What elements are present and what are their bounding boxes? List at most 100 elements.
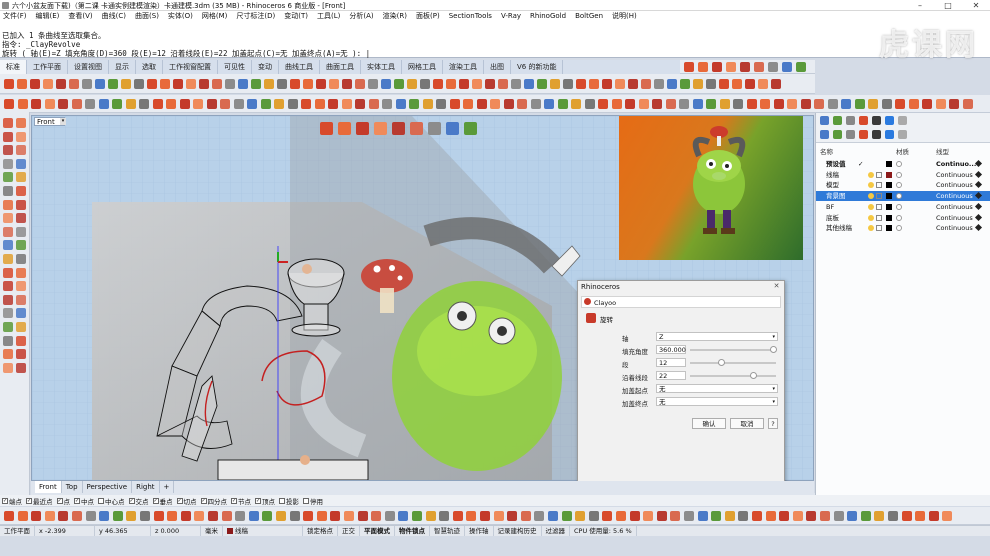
material-icon[interactable] [896,193,902,200]
tool-icon[interactable] [629,511,640,521]
tool-icon[interactable] [31,511,42,521]
tool-icon[interactable] [98,99,109,109]
tool-icon[interactable] [711,511,722,521]
tool-icon[interactable] [4,79,14,89]
menu-item[interactable]: 工具(L) [317,11,340,22]
tool-icon[interactable] [16,118,26,128]
tool-icon[interactable] [534,511,545,521]
layer-row[interactable]: 背景图 Continuous [816,191,990,202]
tool-icon[interactable] [616,511,626,521]
toolbar-tab[interactable]: V6 的新功能 [511,60,564,74]
osnap-checkbox[interactable]: ✓ 交点 [128,495,149,506]
tool-icon[interactable] [238,79,248,89]
status-toggle[interactable]: 物件锁点 [395,526,430,536]
tool-icon[interactable] [524,79,534,89]
tool-icon[interactable] [544,99,554,109]
tool-icon[interactable] [233,99,244,109]
tool-icon[interactable] [147,79,157,89]
help-button[interactable]: ? [768,418,778,429]
toolbar-tab[interactable]: 出图 [484,60,511,74]
lock-icon[interactable] [876,171,882,178]
tool-icon[interactable] [874,511,885,521]
material-icon[interactable] [896,214,902,221]
layer-color-swatch[interactable] [886,225,892,232]
material-icon[interactable] [896,203,902,210]
toolbar-tab[interactable]: 可见性 [218,60,252,74]
layer-row[interactable]: BF Continuous [816,202,990,212]
tool-icon[interactable] [628,79,638,89]
tool-icon[interactable] [724,511,735,521]
tool-icon[interactable] [126,511,137,521]
tool-icon[interactable] [16,281,26,292]
tool-icon[interactable] [112,99,122,109]
tool-icon[interactable] [260,99,271,109]
tool-icon[interactable] [407,79,417,89]
tool-icon[interactable] [3,335,13,346]
tool-icon[interactable] [316,511,327,521]
toolbar-tab[interactable]: 实体工具 [361,60,402,74]
osnap-checkbox[interactable]: ✓ 顶点 [255,495,275,506]
field-slider-knob[interactable] [750,372,757,379]
status-toggle[interactable]: CPU 使用量: 5.6 % [570,526,637,536]
menu-item[interactable]: 实体(O) [168,11,193,22]
tool-icon[interactable] [498,79,508,89]
tool-icon[interactable] [733,99,743,109]
viewport-tab[interactable]: Perspective [83,481,133,493]
cancel-button[interactable]: 取消 [730,418,764,429]
tool-icon[interactable] [847,511,858,521]
tool-icon[interactable] [571,99,581,109]
tool-icon[interactable] [3,267,13,278]
tool-icon[interactable] [235,511,246,521]
tool-icon[interactable] [754,62,764,72]
material-icon[interactable] [896,161,902,167]
field-slider-track[interactable] [690,375,776,377]
menu-item[interactable]: 尺寸标注(D) [236,11,275,22]
tool-icon[interactable] [550,79,560,89]
tool-icon[interactable] [44,511,55,521]
tool-icon[interactable] [854,99,865,109]
tool-icon[interactable] [449,99,460,109]
tool-icon[interactable] [72,511,82,521]
tool-icon[interactable] [3,308,13,319]
tool-icon[interactable] [412,511,422,521]
layer-row[interactable]: 预设值 ✓ Continuo... [816,159,990,169]
tool-icon[interactable] [833,511,844,521]
tool-icon[interactable] [800,99,811,109]
tool-icon[interactable] [598,99,608,109]
osnap-checkbox[interactable]: ✓ 垂点 [152,495,173,506]
tool-icon[interactable] [179,99,190,109]
layer-tool-icon[interactable] [833,116,842,125]
tool-icon[interactable] [152,99,163,109]
tool-icon[interactable] [928,511,939,521]
tool-icon[interactable] [384,511,395,521]
tool-icon[interactable] [3,362,13,373]
tool-icon[interactable] [82,79,92,89]
tool-icon[interactable] [355,79,365,89]
tool-icon[interactable] [344,511,354,521]
status-layer[interactable]: 线稿 [223,526,303,536]
tool-icon[interactable] [615,79,625,89]
lock-icon[interactable] [876,193,882,200]
tool-icon[interactable] [584,99,595,109]
menu-item[interactable]: 曲线(C) [102,11,126,22]
tool-icon[interactable] [16,199,26,210]
tool-icon[interactable] [382,99,392,109]
tool-icon[interactable] [289,511,300,521]
field-slider-track[interactable] [690,362,776,364]
status-cplane[interactable]: 工作平面 [0,526,35,536]
layer-tool-icon[interactable] [820,116,829,125]
tool-icon[interactable] [466,511,477,521]
tool-icon[interactable] [338,122,351,135]
tool-icon[interactable] [314,99,325,109]
plugin-tab[interactable]: Clayoo [581,296,781,308]
tool-icon[interactable] [507,511,518,521]
tool-icon[interactable] [166,99,176,109]
tool-icon[interactable] [16,322,26,332]
status-toggle[interactable]: 平面模式 [360,526,395,536]
osnap-checkbox[interactable]: ✓ 中点 [74,495,94,506]
menu-item[interactable]: 曲面(S) [135,11,159,22]
tool-icon[interactable] [3,254,13,264]
tool-icon[interactable] [773,99,784,109]
tool-icon[interactable] [71,99,82,109]
tool-icon[interactable] [108,79,118,89]
